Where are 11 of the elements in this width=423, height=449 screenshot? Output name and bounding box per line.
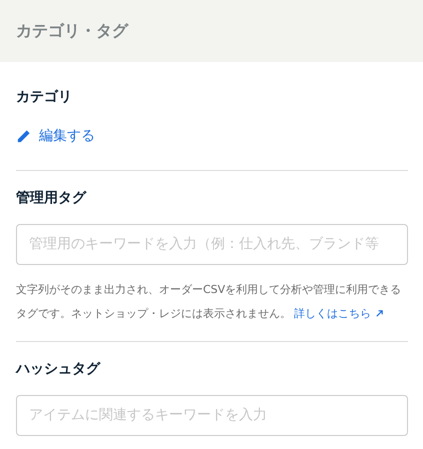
pencil-icon xyxy=(16,128,31,144)
input-field[interactable]: アイテムに関連するキーワードを入力 xyxy=(16,394,408,436)
panel-title: カテゴリ・タグ xyxy=(16,20,128,42)
edit-link[interactable]: 編集する xyxy=(16,127,95,145)
section-heading: ハッシュタグ xyxy=(16,360,102,378)
details-link[interactable]: 詳しくはこちら xyxy=(294,306,384,320)
input-field[interactable]: 管理用のキーワードを入力（例：仕入れ先、ブランド等 xyxy=(16,224,408,264)
help-text: 文字列がそのまま出力され、オーダーCSVを利用して分析や管理に利用できるタグです。ネットショップ・レジには表示されません。 詳しくはこちら xyxy=(16,282,402,322)
section-heading: 管理用タグ xyxy=(16,188,88,208)
section-heading: カテゴリ xyxy=(16,88,73,107)
external-link-icon xyxy=(375,308,384,318)
